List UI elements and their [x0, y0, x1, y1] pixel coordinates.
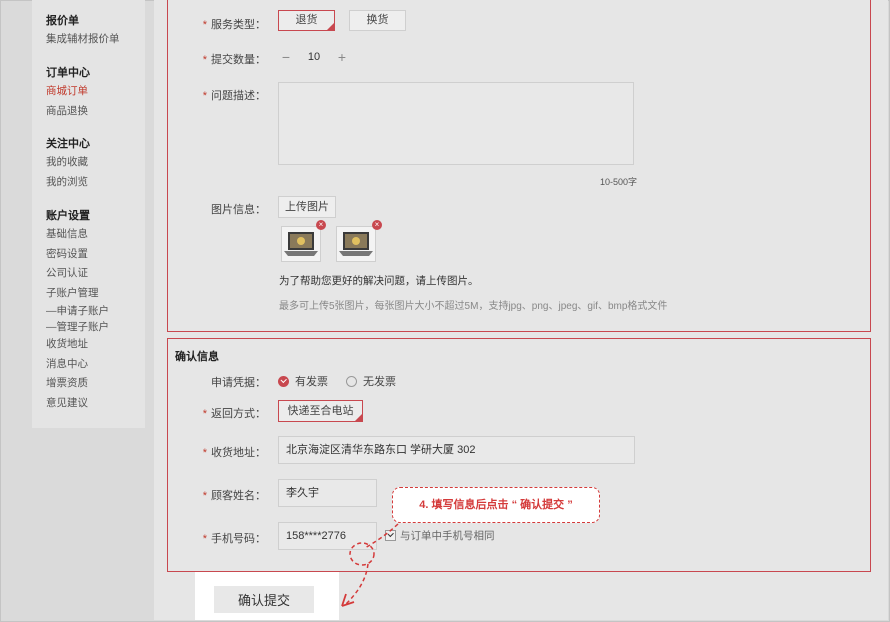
upload-hint: 为了帮助您更好的解决问题，请上传图片。 [279, 275, 479, 287]
sidebar-item-feedback[interactable]: 意见建议 [46, 394, 109, 414]
dashed-arrow-icon [341, 523, 399, 607]
required-mark: * [202, 19, 207, 31]
quantity-label: * 提交数量： [176, 51, 266, 67]
sidebar-item-mall-orders[interactable]: 商城订单 [46, 82, 90, 102]
quantity-minus-button[interactable]: − [278, 49, 294, 65]
upload-format-note: 最多可上传5张图片，每张图片大小不超过5M，支持jpg、png、jpeg、gif… [279, 301, 668, 312]
instruction-callout: 4. 填写信息后点击 “ 确认提交 ” [392, 487, 600, 523]
return-method-label: * 返回方式： [176, 405, 266, 421]
required-mark: * [202, 490, 207, 502]
sidebar-heading: 订单中心 [46, 67, 90, 79]
sidebar-item-material-quote[interactable]: 集成辅材报价单 [46, 30, 120, 50]
sidebar-heading: 关注中心 [46, 138, 90, 150]
description-char-counter: 10-500字 [600, 177, 638, 187]
images-label: 图片信息： [211, 204, 266, 216]
address-label: * 收货地址： [176, 444, 266, 460]
sidebar-item-basic-info[interactable]: 基础信息 [46, 225, 109, 245]
service-exchange-button[interactable]: 换货 [349, 10, 406, 31]
quantity-value[interactable]: 10 [294, 51, 334, 63]
sidebar-item-apply-sub-account[interactable]: —申请子账户 [46, 303, 109, 319]
sidebar-item-address[interactable]: 收货地址 [46, 335, 109, 355]
voucher-radio-group: 有发票 无发票 [278, 373, 396, 389]
voucher-no-invoice-radio[interactable] [346, 375, 357, 387]
return-form-section [167, 0, 871, 332]
quantity-label-text: 提交数量： [211, 54, 266, 66]
required-mark: * [202, 90, 207, 102]
service-type-label: * 服务类型： [176, 16, 266, 32]
uploaded-image-thumbnail[interactable] [336, 226, 376, 262]
confirm-submit-button[interactable]: 确认提交 [214, 586, 314, 613]
description-label-text: 问题描述： [211, 90, 266, 102]
sidebar-item-company-auth[interactable]: 公司认证 [46, 264, 109, 284]
sidebar-heading: 账户设置 [46, 210, 90, 222]
voucher-invoice-label: 有发票 [295, 376, 328, 388]
voucher-no-invoice-label: 无发票 [363, 376, 396, 388]
sidebar-item-returns[interactable]: 商品退换 [46, 102, 90, 122]
phone-label-text: 手机号码： [211, 533, 266, 545]
return-method-button[interactable]: 快递至合电站 [278, 400, 363, 422]
address-label-text: 收货地址： [211, 447, 266, 459]
quantity-plus-button[interactable]: + [334, 49, 350, 65]
delete-image-icon[interactable]: × [372, 220, 382, 230]
sidebar-item-invoice-qualification[interactable]: 增票资质 [46, 374, 109, 394]
sidebar-item-history[interactable]: 我的浏览 [46, 173, 90, 193]
return-method-label-text: 返回方式： [211, 408, 266, 420]
sidebar-item-favorites[interactable]: 我的收藏 [46, 153, 90, 173]
required-mark: * [202, 408, 207, 420]
sidebar-heading: 报价单 [46, 15, 79, 27]
voucher-invoice-radio[interactable] [278, 375, 289, 387]
sidebar-group-follow: 关注中心 我的收藏 我的浏览 [46, 137, 90, 192]
laptop-image-icon [284, 232, 318, 256]
sidebar-item-password[interactable]: 密码设置 [46, 245, 109, 265]
voucher-label: 申请凭据： [211, 377, 266, 389]
customer-name-label: * 顾客姓名： [176, 487, 266, 503]
quantity-stepper: − 10 + [278, 48, 350, 66]
sidebar: 报价单 集成辅材报价单 订单中心 商城订单 商品退换 关注中心 我的收藏 我的浏… [32, 0, 145, 428]
sidebar-item-manage-sub-account[interactable]: —管理子账户 [46, 319, 109, 335]
sidebar-item-messages[interactable]: 消息中心 [46, 355, 109, 375]
sidebar-group-account: 账户设置 基础信息 密码设置 公司认证 子账户管理 —申请子账户 —管理子账户 … [46, 209, 109, 413]
address-field[interactable]: 北京海淀区清华东路东口 学研大厦 302 [278, 436, 635, 464]
laptop-image-icon [339, 232, 373, 256]
customer-name-label-text: 顾客姓名： [211, 490, 266, 502]
description-textarea[interactable] [278, 82, 634, 165]
phone-label: * 手机号码： [176, 530, 266, 546]
service-return-button[interactable]: 退货 [278, 10, 335, 31]
required-mark: * [202, 54, 207, 66]
upload-image-button[interactable]: 上传图片 [278, 196, 336, 218]
required-mark: * [202, 533, 207, 545]
sidebar-item-sub-accounts[interactable]: 子账户管理 [46, 284, 109, 304]
uploaded-image-thumbnail[interactable] [281, 226, 321, 262]
delete-image-icon[interactable]: × [316, 220, 326, 230]
sidebar-group-orders: 订单中心 商城订单 商品退换 [46, 66, 90, 121]
service-type-label-text: 服务类型： [211, 19, 266, 31]
customer-name-field[interactable]: 李久宇 [278, 479, 377, 507]
required-mark: * [202, 447, 207, 459]
description-label: * 问题描述： [176, 87, 266, 103]
confirm-section-title: 确认信息 [175, 351, 219, 363]
sidebar-group-quote: 报价单 集成辅材报价单 [46, 14, 120, 50]
